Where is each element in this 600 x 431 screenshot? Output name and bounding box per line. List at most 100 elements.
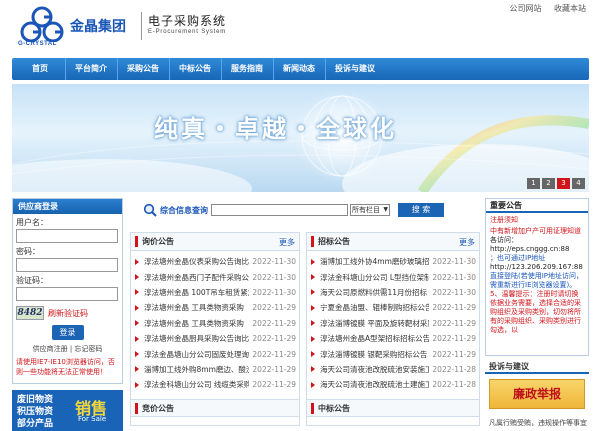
list-item[interactable]: 淳法金晶塘山分公司固废处理询比 2022-11-29 — [131, 346, 299, 361]
list-item-title[interactable]: 淄博加工线外购8mm磨边、酸洗玻 — [144, 364, 249, 375]
nav-award[interactable]: 中标公告 — [170, 58, 220, 80]
bullet-icon — [135, 366, 139, 373]
list-item-title[interactable]: 淳法金科塘山分公司 线缆类采购询 — [144, 379, 249, 390]
list-item[interactable]: 淄博加工线外协4mm磨砂玻璃招标 2022-11-30 — [307, 254, 479, 269]
notice-line[interactable]: http://123.206.209.167:88 — [490, 263, 584, 272]
list-item-title[interactable]: 淄博加工线外协4mm磨砂玻璃招标 — [320, 256, 429, 267]
company-site-link[interactable]: 公司网站 — [509, 4, 541, 13]
notice-line[interactable]: http://eps.cnggg.cn:88 — [490, 245, 584, 254]
refresh-captcha-link[interactable]: 刷新验证码 — [48, 308, 88, 319]
username-input[interactable] — [16, 229, 118, 243]
list-item-date: 2022-11-29 — [432, 349, 476, 359]
tender-list-title: 招标公告 — [311, 236, 350, 247]
bullet-icon — [311, 304, 315, 311]
bullet-icon — [135, 274, 139, 281]
register-link[interactable]: 供应商注册 — [33, 345, 68, 353]
list-item-title[interactable]: 淳法淄博镀膜 平面及旋转靶材采购 — [320, 318, 429, 329]
header: G-CRYSTAL 金晶集团 电子采购系统 E-Procurement Syst… — [0, 0, 600, 56]
list-item[interactable]: 淳法塘州金晶 100T吊车租赁紧急 2022-11-30 — [131, 285, 299, 300]
list-item-title[interactable]: 宁夏金晶油盟、辊棒制购招标公告 — [320, 302, 429, 313]
list-item-title[interactable]: 淳法塘州金晶仪表采购公告询比价 — [144, 256, 249, 267]
nav-home[interactable]: 首页 — [12, 58, 64, 80]
sale-promo-banner[interactable]: 废旧物资 积压物资 部分产品 销售 For Sale — [12, 390, 123, 431]
anti-corruption-report-button[interactable]: 廉政举报 — [489, 379, 585, 409]
promo-line: 积压物资 — [17, 407, 54, 417]
list-item[interactable]: 海天公司清夜池改脱硫池安装施工 2022-11-28 — [307, 362, 479, 377]
list-item[interactable]: 宁夏金晶油盟、辊棒制购招标公告 2022-11-29 — [307, 300, 479, 315]
notice-line: 中有新增加户产可用证理知道 — [490, 227, 581, 235]
category-select[interactable]: 所有栏目 ▼ — [350, 204, 390, 216]
captcha-label: 验证码： — [16, 276, 48, 285]
promo-line: 部分产品 — [17, 419, 54, 429]
link-separator: | — [69, 345, 73, 353]
banner-page-2[interactable]: 2 — [542, 178, 555, 189]
list-item[interactable]: 淳法塘州金晶 工具类物资采购 2022-11-29 — [131, 316, 299, 331]
tender-rows: 淄博加工线外协4mm磨砂玻璃招标 2022-11-30 淳法金科塘山分公司 L型挡… — [307, 251, 479, 393]
captcha-row: 8482 刷新验证码 — [16, 306, 122, 320]
list-item-title[interactable]: 淳法金科塘山分公司 L型挡位架制 — [320, 272, 429, 283]
list-item-title[interactable]: 淳法塘州金晶 100T吊车租赁紧急 — [144, 287, 249, 298]
supplier-login-panel: 供应商登录 用户名： 密码： 验证码： 8482 刷新验证码 登录 供应商注册 … — [12, 198, 123, 384]
list-item[interactable]: 海天公司原燃料供需11月份招标 2022-11-30 — [307, 285, 479, 300]
list-item-date: 2022-11-29 — [432, 334, 476, 344]
list-item[interactable]: 淳法塘州金晶A型架招标招标公告 2022-11-29 — [307, 331, 479, 346]
captcha-input[interactable] — [16, 287, 118, 301]
promo-line: 废旧物资 — [17, 395, 54, 405]
inquiry-more-link[interactable]: 更多 — [279, 237, 295, 248]
list-item[interactable]: 海天公司清夜池改脱硫池土建施工 2022-11-28 — [307, 377, 479, 392]
nav-procurement[interactable]: 采购公告 — [118, 58, 168, 80]
list-item-title[interactable]: 淳法金晶塘山分公司固废处理询比 — [144, 349, 249, 360]
bullet-icon — [135, 351, 139, 358]
nav-news[interactable]: 新闻动态 — [274, 58, 324, 80]
list-item-title[interactable]: 淳法塘州金晶A型架招标招标公告 — [320, 333, 429, 344]
search-button[interactable]: 搜 索 — [398, 203, 444, 217]
list-item[interactable]: 淄博加工线外购8mm磨边、酸洗玻2022-11-29 — [131, 362, 299, 377]
list-item-date: 2022-11-29 — [252, 349, 296, 359]
bidding-list-header: 竞价公告 — [131, 398, 299, 417]
list-item[interactable]: 淳法金科塘山分公司 L型挡位架制 2022-11-30 — [307, 269, 479, 284]
login-links: 供应商注册 | 忘记密码 — [13, 344, 122, 354]
bullet-icon — [311, 258, 315, 265]
category-select-value: 所有栏目 — [352, 206, 380, 214]
list-item[interactable]: 淳法塘州金晶仪表采购公告询比价 2022-11-30 — [131, 254, 299, 269]
bookmark-link[interactable]: 收藏本站 — [554, 4, 586, 13]
list-item[interactable]: 淳法塘州金晶西门子配件采购公告 2022-11-30 — [131, 269, 299, 284]
bullet-icon — [311, 381, 315, 388]
inquiry-list-header: 询价公告 更多 — [131, 233, 299, 251]
list-item[interactable]: 淳法塘州金晶厨具采购公告询比价 2022-11-29 — [131, 331, 299, 346]
list-item-date: 2022-11-30 — [432, 287, 476, 297]
login-button[interactable]: 登录 — [51, 325, 84, 340]
nav-service-guide[interactable]: 服务指南 — [222, 58, 272, 80]
nav-complaints[interactable]: 投诉与建议 — [326, 58, 384, 80]
list-item-title[interactable]: 淳法塘州金晶 工具类物资采购 — [144, 318, 249, 329]
system-title: 电子采购系统 — [148, 14, 227, 28]
banner-page-1[interactable]: 1 — [527, 178, 540, 189]
list-item[interactable]: 淳法金科塘山分公司 线缆类采购询 2022-11-29 — [131, 377, 299, 392]
list-item-title[interactable]: 海天公司原燃料供需11月份招标 — [320, 287, 429, 298]
nav-platform-intro[interactable]: 平台简介 — [66, 58, 116, 80]
list-item[interactable]: 淳法淄博镀膜 银靶采购招标公告 2022-11-29 — [307, 346, 479, 361]
list-item[interactable]: 淳法塘州金晶 工具类物资采购 2022-11-29 — [131, 300, 299, 315]
list-item-title[interactable]: 淳法塘州金晶西门子配件采购公告 — [144, 272, 249, 283]
bullet-icon — [135, 258, 139, 265]
notice-title: 重要公告 — [486, 199, 588, 213]
banner-page-3[interactable]: 3 — [557, 178, 570, 189]
bullet-icon — [311, 335, 315, 342]
password-input[interactable] — [16, 258, 118, 272]
search-bar: 综合信息查询 所有栏目 ▼ 搜 索 — [130, 198, 480, 222]
list-item-title[interactable]: 海天公司清夜池改脱硫池土建施工 — [320, 379, 429, 390]
forgot-password-link[interactable]: 忘记密码 — [74, 345, 102, 353]
notice-subtitle[interactable]: 注册须知 — [486, 215, 588, 225]
search-input[interactable] — [211, 204, 348, 216]
list-item-date: 2022-11-30 — [252, 257, 296, 267]
logo-subtext: G-CRYSTAL — [18, 41, 57, 47]
list-item-title[interactable]: 海天公司清夜池改脱硫池安装施工 — [320, 364, 429, 375]
hero-banner: 纯真・卓越・全球化 1 2 3 4 — [12, 84, 589, 192]
list-item-title[interactable]: 淳法塘州金晶厨具采购公告询比价 — [144, 333, 249, 344]
list-item[interactable]: 淳法淄博镀膜 平面及旋转靶材采购 2022-11-29 — [307, 316, 479, 331]
list-item-title[interactable]: 淳法淄博镀膜 银靶采购招标公告 — [320, 349, 429, 360]
list-item-title[interactable]: 淳法塘州金晶 工具类物资采购 — [144, 302, 249, 313]
bullet-icon — [311, 274, 315, 281]
banner-page-4[interactable]: 4 — [572, 178, 585, 189]
tender-more-link[interactable]: 更多 — [459, 237, 475, 248]
